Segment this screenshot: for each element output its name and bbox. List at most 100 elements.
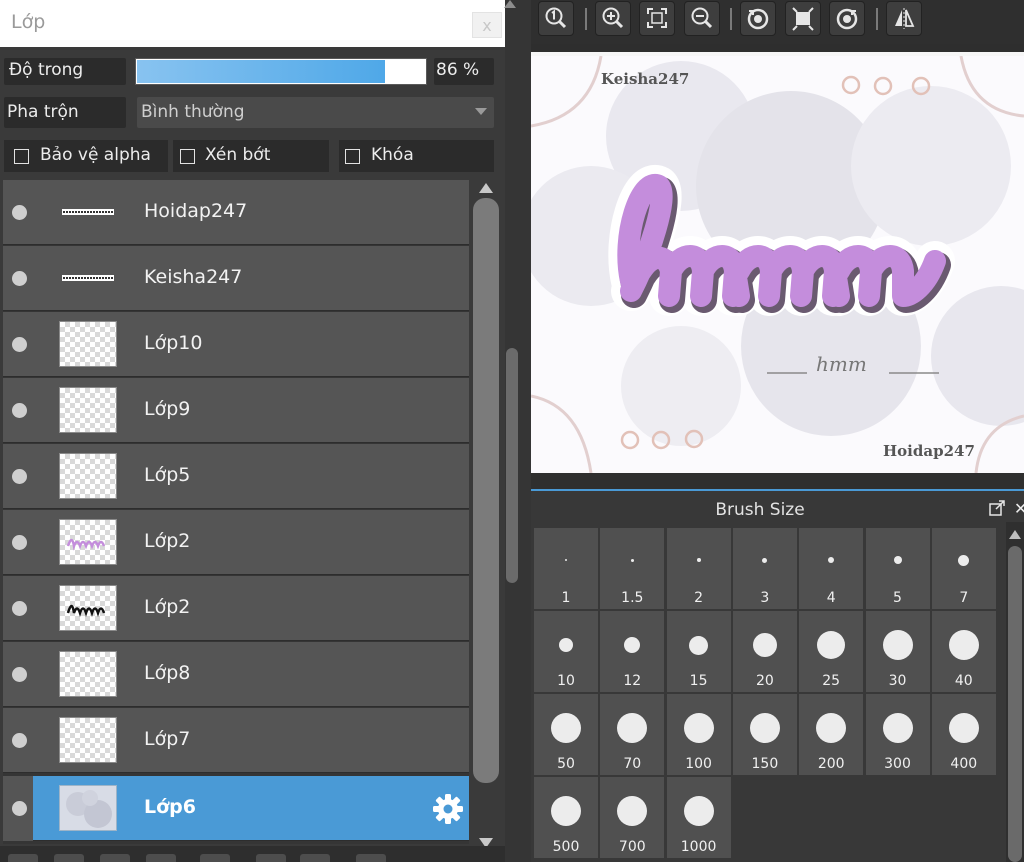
blend-mode-value[interactable]: Bình thường (141, 102, 245, 122)
flip-button[interactable] (886, 1, 922, 36)
visibility-icon[interactable] (12, 733, 27, 748)
layer-action-button[interactable] (300, 854, 330, 862)
layer-action-button[interactable] (100, 854, 130, 862)
fullscreen-button[interactable] (785, 1, 821, 36)
scroll-up-icon[interactable] (504, 0, 516, 8)
canvas-footer (531, 473, 1024, 489)
layer-row-lop6[interactable]: Lớp6 (3, 776, 469, 841)
layer-name[interactable]: Lớp2 (144, 530, 190, 552)
visibility-icon[interactable] (12, 667, 27, 682)
layer-row-lop10[interactable]: Lớp10 (3, 312, 469, 377)
fit-screen-button[interactable] (639, 1, 675, 36)
visibility-icon[interactable] (12, 469, 27, 484)
brush-size-cell[interactable]: 2 (666, 528, 731, 609)
popout-icon[interactable] (988, 499, 1006, 517)
drawing-canvas[interactable]: Keisha247 Hoidap247 hmm (531, 52, 1024, 473)
brush-size-cell[interactable]: 100 (666, 694, 731, 775)
brush-size-cell[interactable]: 5 (865, 528, 930, 609)
brush-preview-dot (630, 558, 634, 562)
layer-action-button[interactable] (200, 854, 230, 862)
visibility-icon[interactable] (12, 271, 27, 286)
layer-row-lop9[interactable]: Lớp9 (3, 378, 469, 443)
layer-row-lop8[interactable]: Lớp8 (3, 642, 469, 707)
brush-size-cell[interactable]: 30 (865, 611, 930, 692)
brush-size-cell[interactable]: 400 (931, 694, 996, 775)
layer-name[interactable]: Keisha247 (144, 266, 242, 288)
protect-alpha-checkbox[interactable] (14, 149, 29, 164)
brush-size-label: 7 (959, 590, 969, 606)
brush-preview-dot (882, 713, 913, 743)
layer-row-keisha247[interactable]: Keisha247 (3, 246, 469, 311)
brush-size-cell[interactable]: 1.5 (600, 528, 665, 609)
protect-alpha-label[interactable]: Bảo vệ alpha (40, 145, 151, 165)
brush-size-cell[interactable]: 200 (799, 694, 864, 775)
layer-action-button[interactable] (146, 854, 176, 862)
scroll-up-icon[interactable] (479, 183, 493, 193)
brush-preview-dot (882, 630, 913, 660)
visibility-icon[interactable] (12, 535, 27, 550)
opacity-value[interactable]: 86 % (436, 60, 479, 80)
brush-size-cell[interactable]: 3 (732, 528, 797, 609)
brush-size-cell[interactable]: 7 (931, 528, 996, 609)
layer-action-button[interactable] (8, 854, 38, 862)
visibility-icon[interactable] (12, 337, 27, 352)
zoom-actual-button[interactable] (538, 1, 574, 36)
layer-row-hoidap247[interactable]: Hoidap247 (3, 180, 469, 245)
brush-panel-title: Brush Size (715, 500, 805, 520)
opacity-slider[interactable] (135, 58, 427, 85)
layer-action-button[interactable] (54, 854, 84, 862)
layer-action-button[interactable] (256, 854, 286, 862)
brush-size-cell[interactable]: 50 (534, 694, 598, 775)
visibility-icon[interactable] (12, 205, 27, 220)
brush-size-cell[interactable]: 300 (865, 694, 930, 775)
layer-list-scroll-thumb[interactable] (473, 198, 499, 783)
lock-label[interactable]: Khóa (371, 145, 414, 165)
brush-size-cell[interactable]: 12 (600, 611, 665, 692)
brush-size-cell[interactable]: 150 (732, 694, 797, 775)
visibility-icon[interactable] (12, 403, 27, 418)
rotate-right-button[interactable] (829, 1, 865, 36)
layer-name[interactable]: Lớp9 (144, 398, 190, 420)
scroll-up-icon[interactable] (1009, 530, 1021, 539)
brush-size-cell[interactable]: 25 (799, 611, 864, 692)
close-icon[interactable]: ✕ (1014, 499, 1024, 518)
brush-size-cell[interactable]: 20 (732, 611, 797, 692)
layer-row-lop2-black[interactable]: Lớp2 (3, 576, 469, 641)
lock-option[interactable] (339, 140, 494, 172)
layer-name[interactable]: Hoidap247 (144, 200, 247, 222)
layer-action-button[interactable] (356, 854, 386, 862)
visibility-icon[interactable] (12, 801, 27, 816)
gear-icon[interactable] (431, 792, 465, 826)
visibility-icon[interactable] (12, 601, 27, 616)
layer-row-lop5[interactable]: Lớp5 (3, 444, 469, 509)
layer-name[interactable]: Lớp8 (144, 662, 190, 684)
brush-size-cell[interactable]: 4 (799, 528, 864, 609)
panel-divider-scroll-thumb[interactable] (506, 348, 518, 583)
layer-name[interactable]: Lớp5 (144, 464, 190, 486)
layer-name[interactable]: Lớp10 (144, 332, 202, 354)
zoom-in-button[interactable] (595, 1, 631, 36)
lock-checkbox[interactable] (345, 149, 360, 164)
clip-checkbox[interactable] (180, 149, 195, 164)
brush-size-cell[interactable]: 1 (534, 528, 598, 609)
layer-name[interactable]: Lớp7 (144, 728, 190, 750)
brush-panel-scroll-thumb[interactable] (1008, 546, 1022, 862)
zoom-out-button[interactable] (684, 1, 720, 36)
rotate-left-button[interactable] (740, 1, 776, 36)
brush-size-cell[interactable]: 500 (534, 777, 598, 858)
brush-size-cell[interactable]: 70 (600, 694, 665, 775)
layer-name[interactable]: Lớp2 (144, 596, 190, 618)
brush-size-cell[interactable]: 15 (666, 611, 731, 692)
brush-preview-dot (762, 557, 768, 563)
clip-label[interactable]: Xén bớt (205, 145, 270, 165)
layer-name[interactable]: Lớp6 (144, 796, 196, 818)
brush-size-cell[interactable]: 40 (931, 611, 996, 692)
brush-size-cell[interactable]: 10 (534, 611, 598, 692)
brush-size-cell[interactable]: 1000 (666, 777, 731, 858)
layer-row-lop2-purple[interactable]: Lớp2 (3, 510, 469, 575)
layer-row-lop7[interactable]: Lớp7 (3, 708, 469, 773)
chevron-down-icon[interactable] (475, 108, 487, 115)
brush-size-cell[interactable]: 700 (600, 777, 665, 858)
brush-preview-dot (617, 796, 648, 826)
close-button[interactable]: x (472, 12, 502, 38)
